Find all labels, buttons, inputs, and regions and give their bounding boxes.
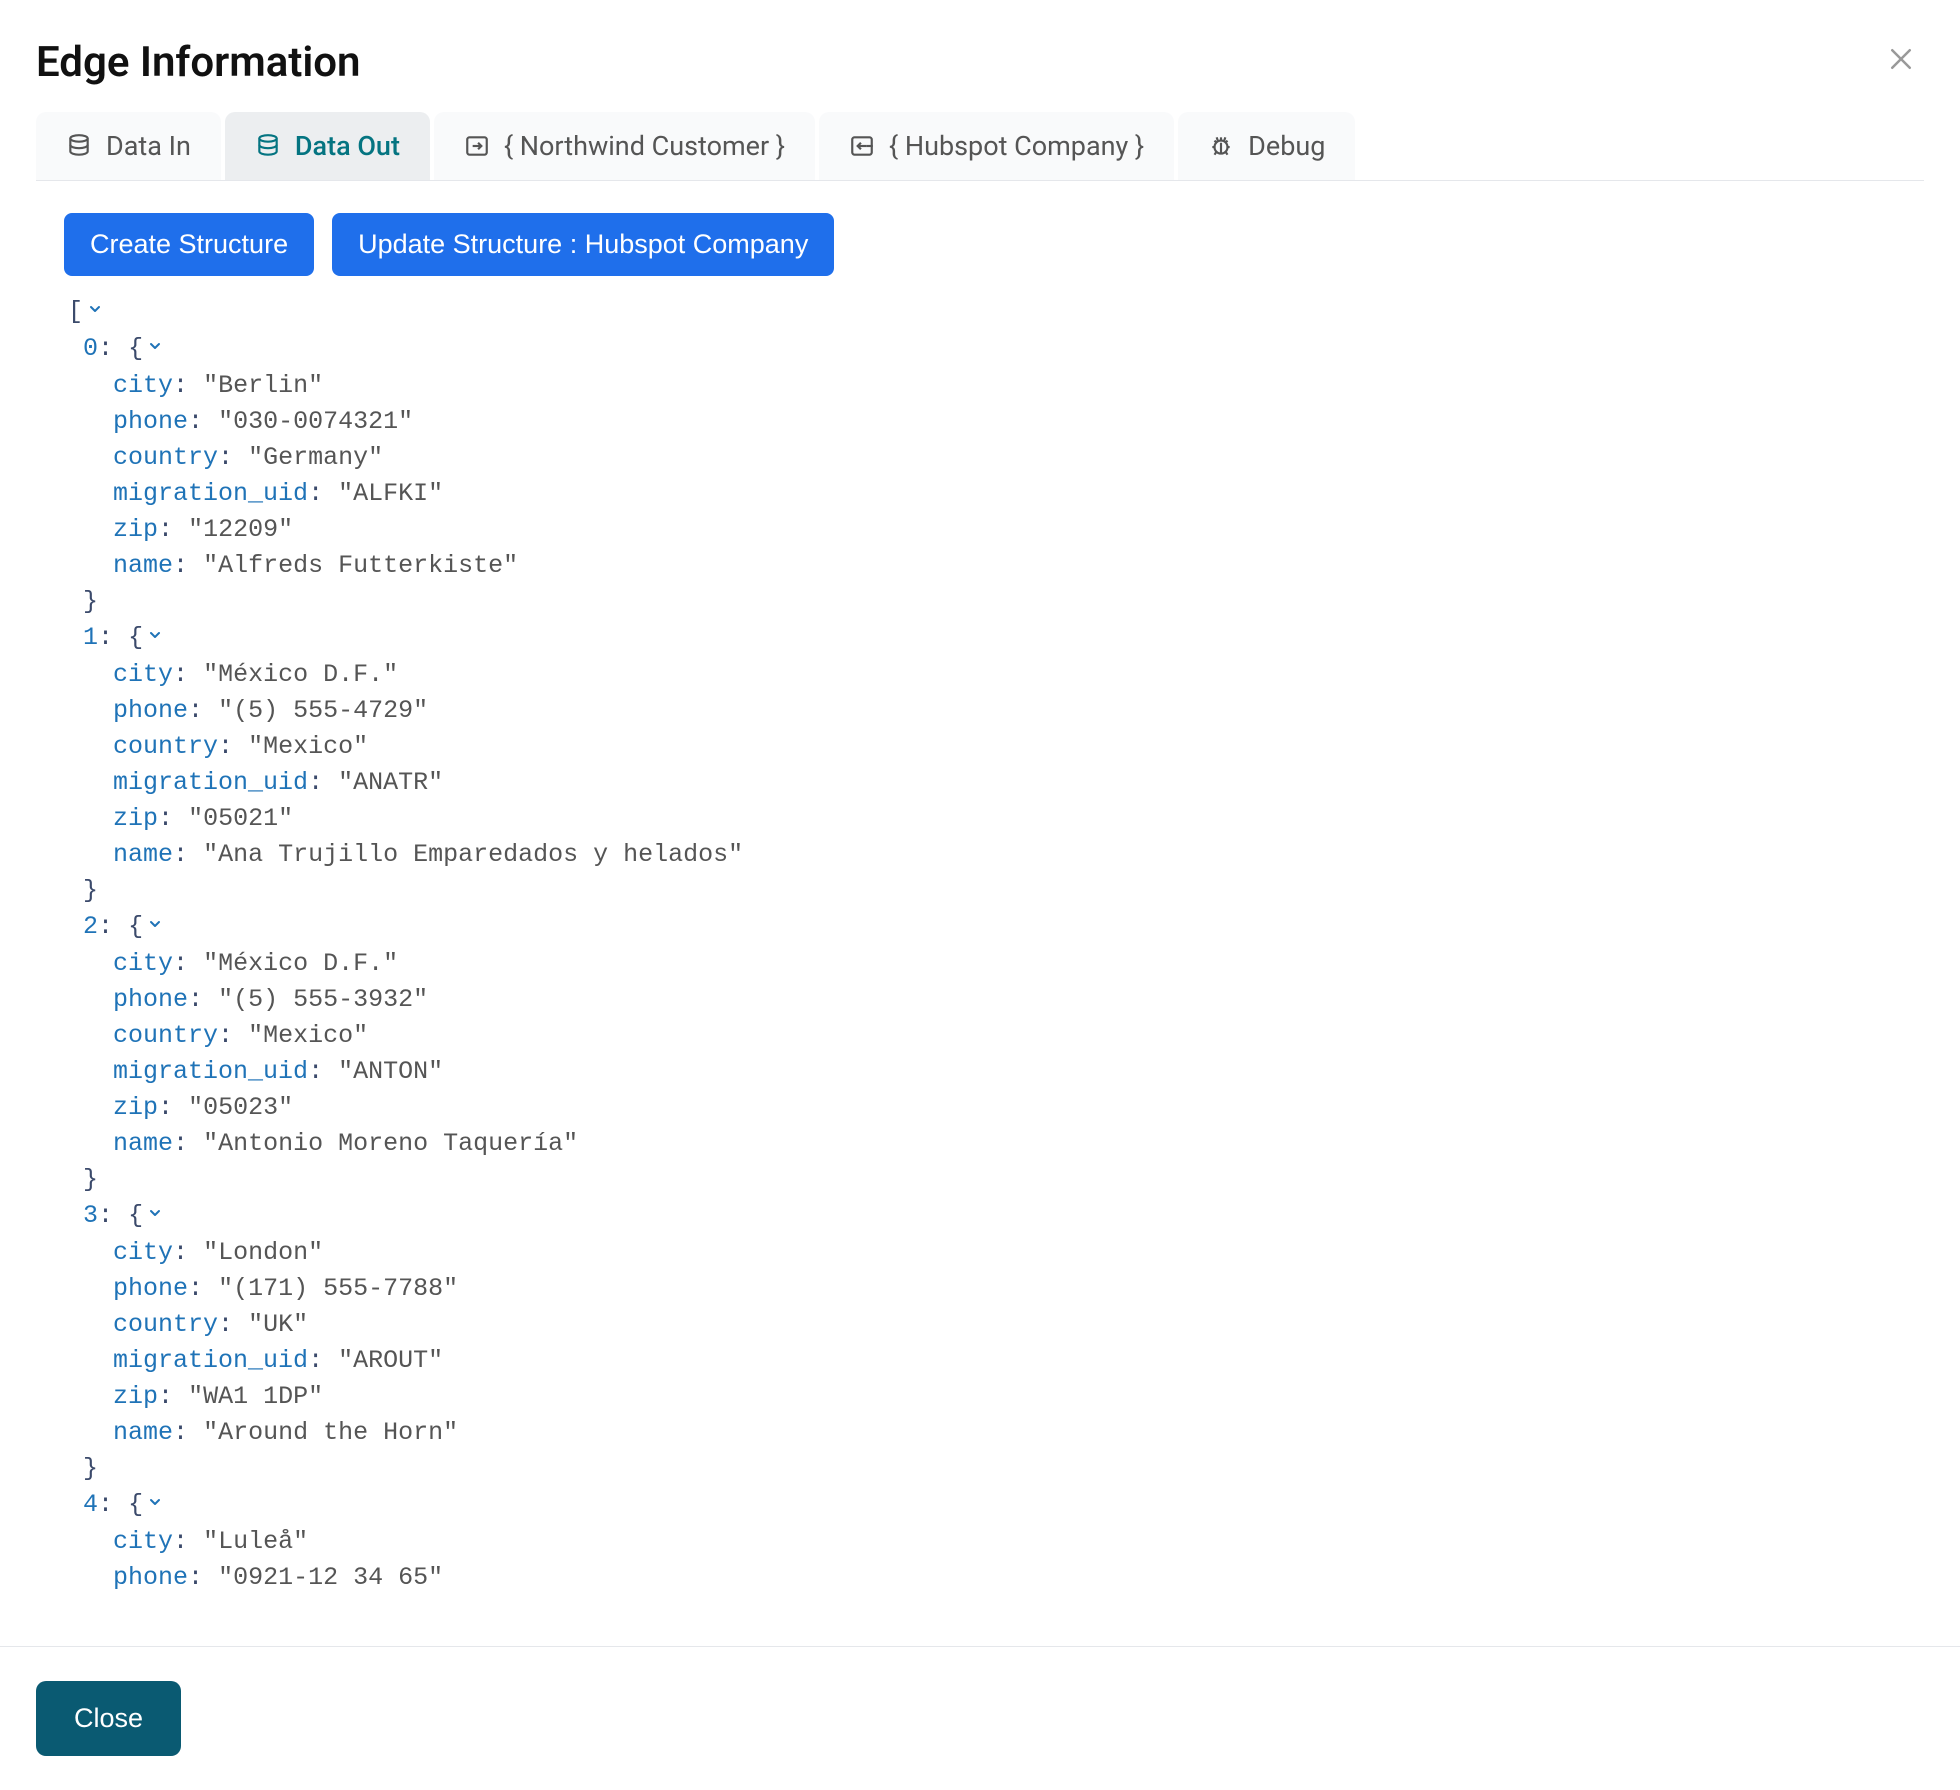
chevron-down-icon[interactable] [147,1199,163,1235]
json-line: phone: "(5) 555-3932" [68,982,1924,1018]
edge-info-modal: Edge Information Data In Data Out { Northw… [0,0,1960,1790]
chevron-down-icon[interactable] [147,910,163,946]
json-line: zip: "05021" [68,801,1924,837]
json-line: 3: { [68,1198,1924,1235]
json-line: city: "México D.F." [68,946,1924,982]
json-line: zip: "WA1 1DP" [68,1379,1924,1415]
import-icon [464,133,490,159]
json-line: migration_uid: "ALFKI" [68,476,1924,512]
modal-body: Create Structure Update Structure : Hubs… [0,181,1960,1646]
json-line: city: "London" [68,1235,1924,1271]
modal-header: Edge Information [0,0,1960,112]
json-line: 0: { [68,331,1924,368]
json-line: } [68,873,1924,909]
tab-label: Data Out [295,130,400,162]
update-structure-button[interactable]: Update Structure : Hubspot Company [332,213,834,276]
json-line: } [68,584,1924,620]
tab-debug[interactable]: Debug [1178,112,1355,180]
json-line: country: "UK" [68,1307,1924,1343]
json-line: phone: "0921-12 34 65" [68,1560,1924,1596]
json-line: name: "Antonio Moreno Taquería" [68,1126,1924,1162]
json-line: phone: "(5) 555-4729" [68,693,1924,729]
json-line: migration_uid: "ANTON" [68,1054,1924,1090]
json-line: zip: "05023" [68,1090,1924,1126]
database-icon [66,133,92,159]
export-icon [849,133,875,159]
json-line: zip: "12209" [68,512,1924,548]
json-line: name: "Ana Trujillo Emparedados y helado… [68,837,1924,873]
tab-northwind[interactable]: { Northwind Customer } [434,112,815,180]
json-line: 2: { [68,909,1924,946]
tab-label: Debug [1248,130,1325,162]
json-line: phone: "(171) 555-7788" [68,1271,1924,1307]
json-line: city: "Berlin" [68,368,1924,404]
close-button[interactable]: Close [36,1681,181,1756]
chevron-down-icon[interactable] [147,332,163,368]
tabs: Data In Data Out { Northwind Customer } { H… [36,112,1924,181]
close-icon[interactable] [1878,36,1924,88]
tab-hubspot[interactable]: { Hubspot Company } [819,112,1174,180]
modal-title: Edge Information [36,38,361,87]
json-line: phone: "030-0074321" [68,404,1924,440]
action-buttons: Create Structure Update Structure : Hubs… [64,213,1924,276]
tab-data-out[interactable]: Data Out [225,112,430,180]
tab-label: { Northwind Customer } [504,130,785,162]
json-line: 1: { [68,620,1924,657]
json-line: migration_uid: "ANATR" [68,765,1924,801]
json-viewer[interactable]: [ 0: { city: "Berlin" phone: "030-007432… [36,294,1924,1596]
tab-label: Data In [106,130,191,162]
json-line: [ [68,294,1924,331]
chevron-down-icon[interactable] [147,1488,163,1524]
tab-data-in[interactable]: Data In [36,112,221,180]
json-line: 4: { [68,1487,1924,1524]
json-line: city: "México D.F." [68,657,1924,693]
json-line: country: "Mexico" [68,1018,1924,1054]
database-icon [255,133,281,159]
json-line: migration_uid: "AROUT" [68,1343,1924,1379]
create-structure-button[interactable]: Create Structure [64,213,314,276]
chevron-down-icon[interactable] [147,621,163,657]
modal-footer: Close [0,1646,1960,1790]
json-line: } [68,1162,1924,1198]
json-line: city: "Luleå" [68,1524,1924,1560]
json-line: } [68,1451,1924,1487]
json-line: country: "Germany" [68,440,1924,476]
bug-icon [1208,133,1234,159]
chevron-down-icon[interactable] [87,295,103,331]
json-line: name: "Alfreds Futterkiste" [68,548,1924,584]
tab-label: { Hubspot Company } [889,130,1144,162]
json-line: country: "Mexico" [68,729,1924,765]
json-line: name: "Around the Horn" [68,1415,1924,1451]
